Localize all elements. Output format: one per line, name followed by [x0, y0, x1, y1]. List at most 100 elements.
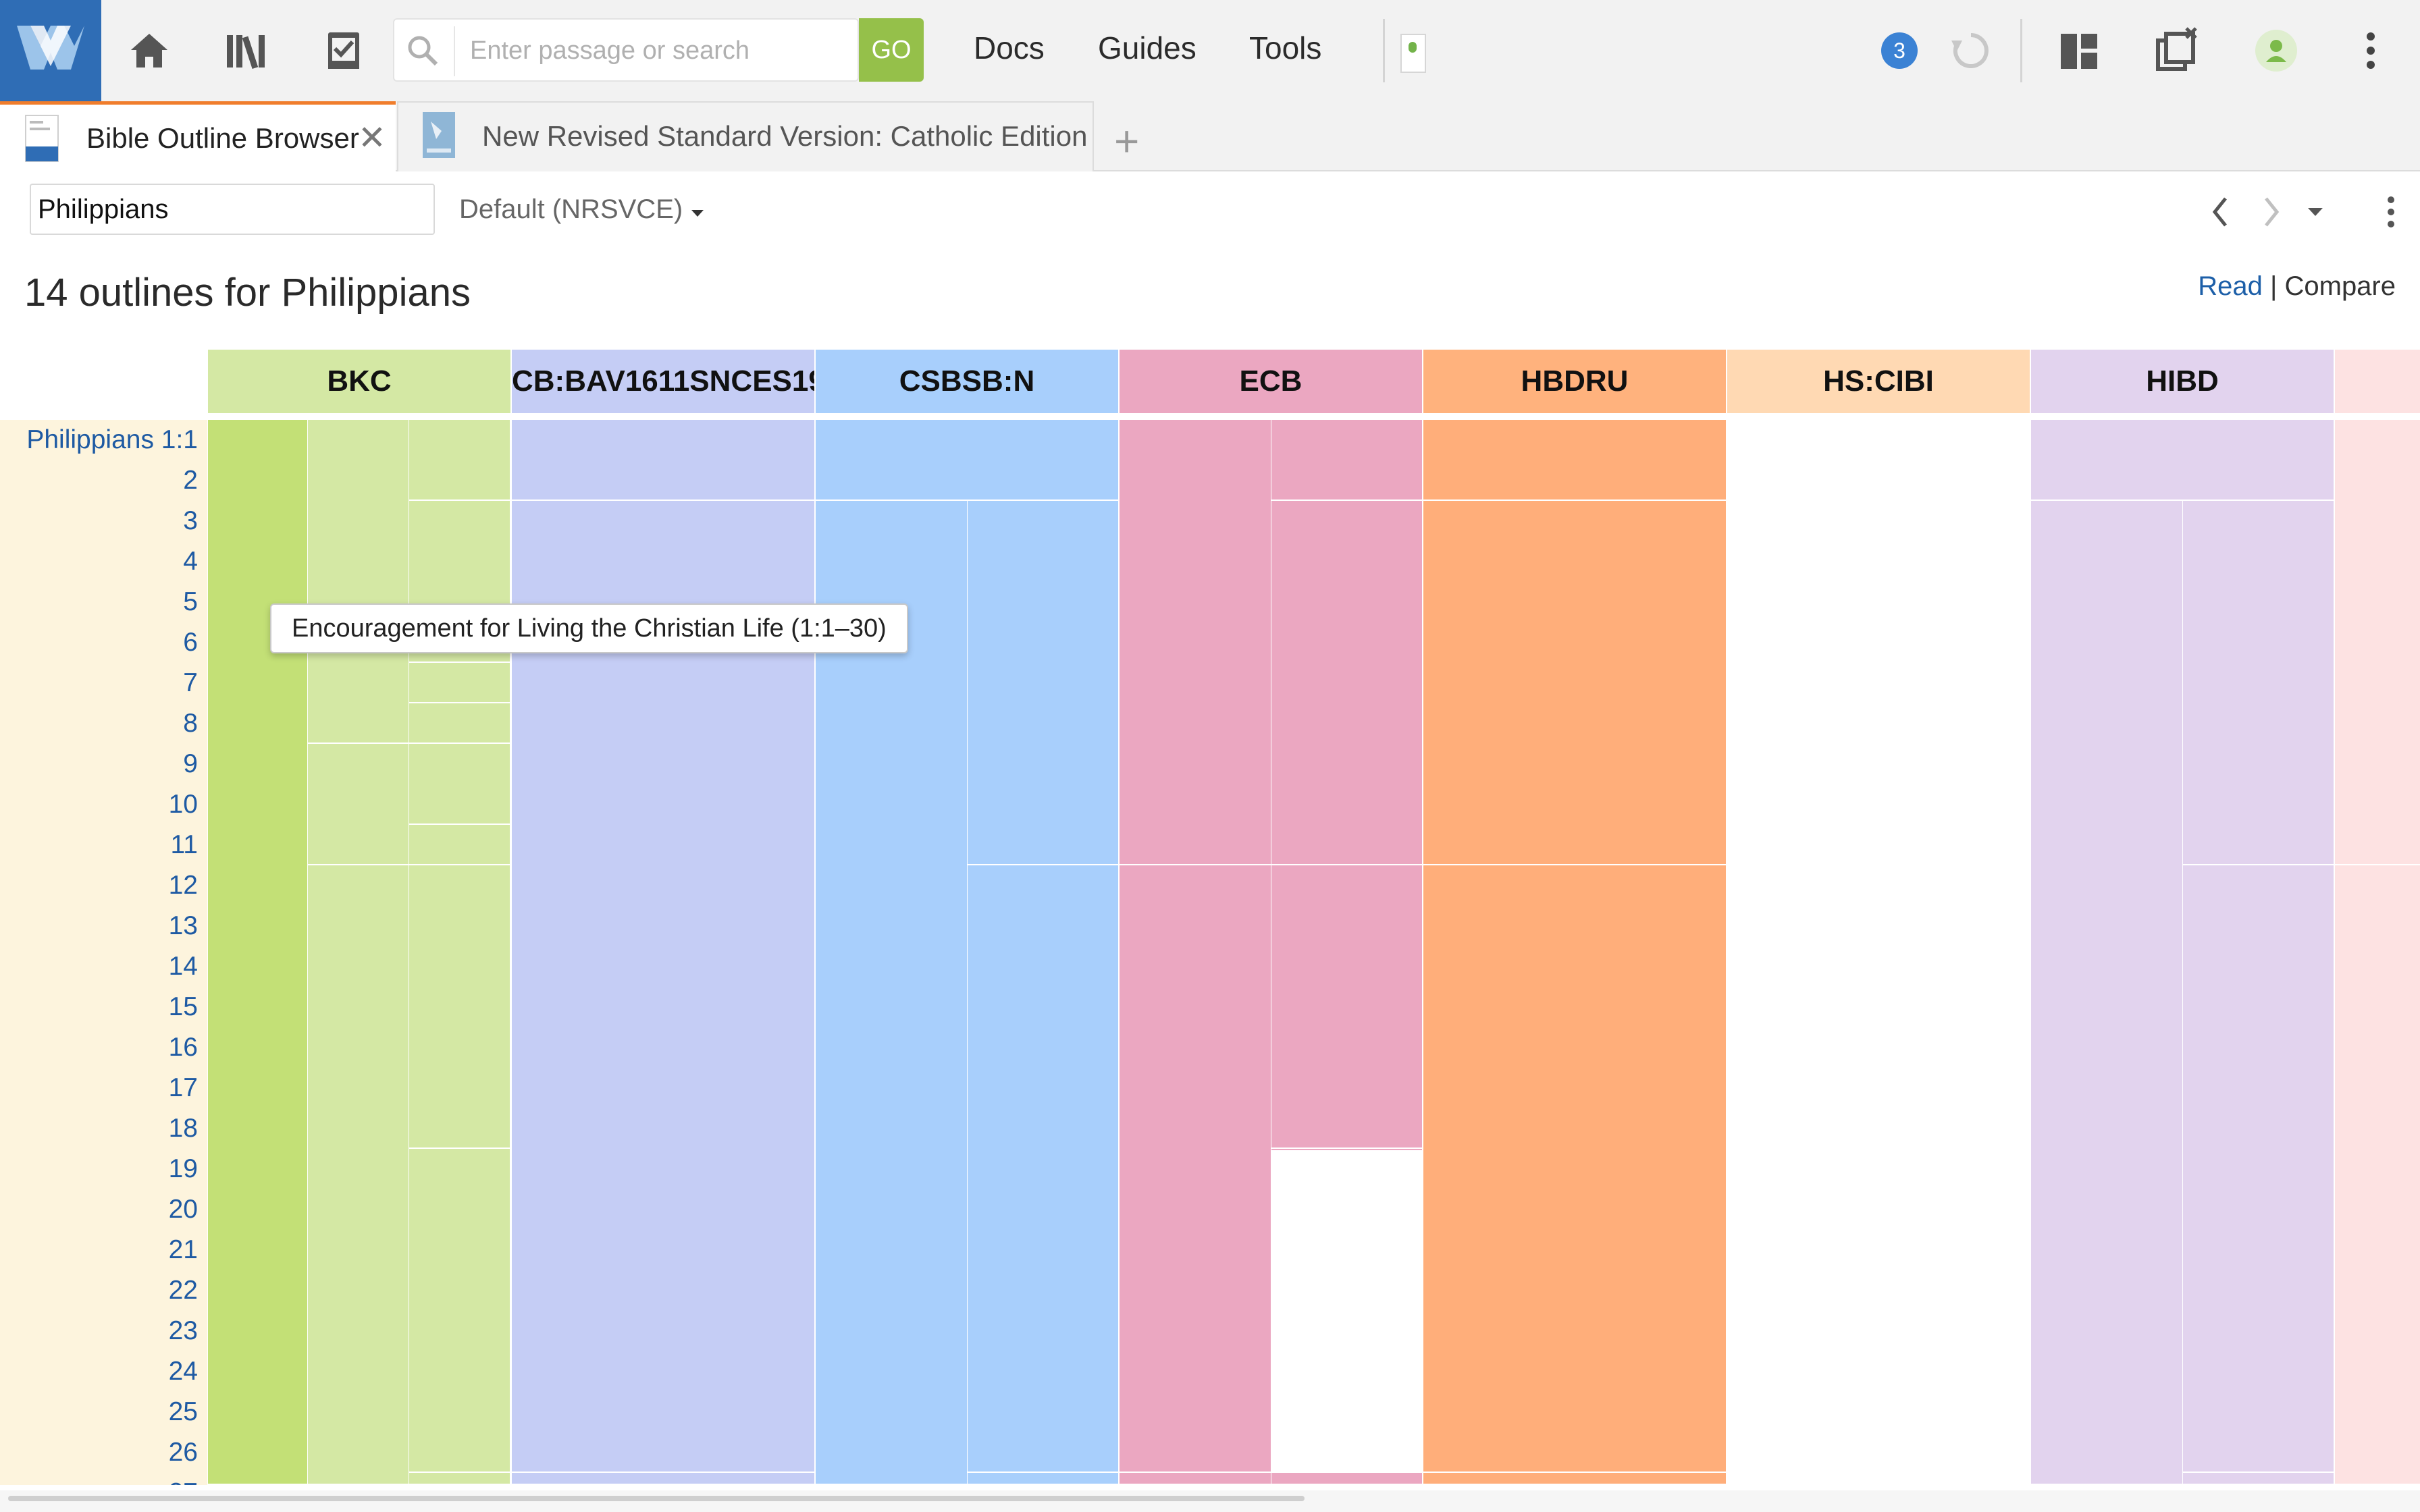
recent-document-icon[interactable]	[1400, 34, 1426, 73]
outline-section-block[interactable]	[1120, 1473, 1271, 1484]
verse-link[interactable]: 21	[169, 1230, 198, 1270]
verse-link[interactable]: 13	[169, 906, 198, 946]
verse-link[interactable]: 24	[169, 1351, 198, 1392]
horizontal-scrollbar[interactable]	[0, 1490, 2420, 1512]
menu-tools[interactable]: Tools	[1249, 30, 1321, 66]
menu-docs[interactable]: Docs	[974, 30, 1045, 66]
verse-link[interactable]: 15	[169, 987, 198, 1027]
outline-section-block[interactable]	[409, 1149, 510, 1472]
verse-link[interactable]: 26	[169, 1432, 198, 1473]
reference-input[interactable]	[30, 184, 435, 235]
outline-section-block[interactable]	[208, 420, 307, 1484]
notes-check-icon[interactable]	[319, 26, 369, 76]
outline-section-block[interactable]	[512, 1473, 814, 1484]
library-icon[interactable]	[221, 26, 271, 76]
outline-section-block[interactable]	[308, 744, 409, 864]
outline-section-block[interactable]	[409, 703, 510, 742]
verse-link[interactable]: 14	[169, 946, 198, 987]
menu-guides[interactable]: Guides	[1098, 30, 1196, 66]
outline-header-bkc[interactable]: BKC	[208, 350, 510, 413]
outline-header-hibd[interactable]: HIBD	[2031, 350, 2334, 413]
outline-section-block[interactable]	[409, 825, 510, 864]
outline-header-hbdru[interactable]: HBDRU	[1423, 350, 1726, 413]
verse-link[interactable]: 18	[169, 1108, 198, 1149]
outline-section-block[interactable]	[308, 865, 409, 1484]
history-dropdown-icon[interactable]	[2304, 192, 2327, 236]
outline-section-block[interactable]	[409, 744, 510, 824]
layout-icon[interactable]	[2054, 26, 2104, 76]
outline-section-block[interactable]	[2183, 865, 2334, 1472]
verse-link[interactable]: 11	[171, 825, 199, 865]
outline-section-block[interactable]	[2335, 420, 2420, 864]
add-tab-icon[interactable]: +	[1114, 116, 1139, 166]
verse-link[interactable]: 10	[169, 784, 198, 825]
user-avatar[interactable]	[2255, 30, 2297, 72]
outline-section-block[interactable]	[1271, 1473, 1422, 1484]
outline-section-block[interactable]	[2183, 501, 2334, 864]
verse-link[interactable]: 23	[169, 1311, 198, 1351]
compare-link[interactable]: Compare	[2284, 271, 2396, 301]
outline-section-block[interactable]	[1271, 865, 1422, 1148]
outline-header-hscibi[interactable]: HS:CIBI	[1727, 350, 2030, 413]
home-icon[interactable]	[124, 26, 174, 76]
outline-section-block[interactable]	[1271, 1149, 1422, 1472]
verse-link[interactable]: 27	[169, 1473, 198, 1485]
outline-header-csbsb[interactable]: CSBSB:N	[816, 350, 1118, 413]
scrollbar-thumb[interactable]	[8, 1496, 1305, 1501]
outline-section-block[interactable]	[409, 420, 510, 500]
outline-section-block[interactable]	[2031, 501, 2182, 1484]
outline-section-block[interactable]	[968, 1473, 1118, 1484]
verse-link[interactable]: 9	[183, 744, 198, 784]
notification-badge[interactable]: 3	[1881, 32, 1918, 69]
forward-icon[interactable]	[2258, 192, 2285, 236]
go-button[interactable]: GO	[859, 18, 924, 82]
outline-section-block[interactable]	[2031, 420, 2334, 500]
version-select[interactable]: Default (NRSVCE)	[459, 194, 705, 225]
outline-section-block[interactable]	[2183, 1473, 2334, 1484]
panel-menu-icon[interactable]	[2381, 192, 2401, 236]
verse-link[interactable]: 6	[183, 622, 198, 663]
back-icon[interactable]	[2207, 192, 2234, 236]
outline-header-cb[interactable]: CB:BAV1611SNCES19	[512, 350, 814, 413]
close-panels-icon[interactable]	[2151, 26, 2201, 76]
outline-section-block[interactable]	[409, 865, 510, 1148]
verse-link[interactable]: 22	[169, 1270, 198, 1311]
verse-link[interactable]: 16	[169, 1027, 198, 1068]
outline-section-block[interactable]	[1271, 420, 1422, 500]
close-tab-icon[interactable]: ✕	[358, 118, 386, 157]
outline-section-block[interactable]	[1423, 865, 1726, 1472]
outline-section-block[interactable]	[1271, 501, 1422, 864]
verse-link[interactable]: 4	[183, 541, 198, 582]
outline-section-block[interactable]	[512, 420, 814, 500]
verse-link[interactable]: 5	[183, 582, 198, 622]
verse-link[interactable]: 20	[169, 1189, 198, 1230]
outline-header-ecb[interactable]: ECB	[1120, 350, 1422, 413]
verse-link[interactable]: 17	[169, 1068, 198, 1108]
verse-link[interactable]: 8	[183, 703, 198, 744]
verse-link[interactable]: 12	[169, 865, 198, 906]
more-vertical-icon[interactable]	[2346, 26, 2396, 76]
verse-link[interactable]: 7	[183, 663, 198, 703]
sync-icon[interactable]	[1946, 26, 1996, 76]
verse-link[interactable]: Philippians 1:1	[26, 420, 198, 460]
outline-section-block[interactable]	[308, 420, 409, 742]
outline-section-block[interactable]	[968, 501, 1118, 864]
outline-section-block[interactable]	[1423, 1473, 1726, 1484]
outline-section-block[interactable]	[968, 865, 1118, 1472]
tab-nrsvce[interactable]: New Revised Standard Version: Catholic E…	[397, 101, 1094, 171]
search-input[interactable]	[469, 26, 849, 75]
verse-link[interactable]: 2	[183, 460, 198, 501]
verse-link[interactable]: 3	[183, 501, 198, 541]
outline-section-block[interactable]	[1120, 865, 1271, 1472]
app-logo[interactable]	[0, 0, 101, 101]
outline-header-more[interactable]	[2335, 350, 2420, 413]
outline-section-block[interactable]	[1423, 501, 1726, 864]
outline-section-block[interactable]	[1120, 420, 1271, 864]
tab-bible-outline-browser[interactable]: Bible Outline Browser ✕	[0, 101, 396, 171]
outline-section-block[interactable]	[2335, 865, 2420, 1484]
outline-section-block[interactable]	[1423, 420, 1726, 500]
outline-section-block[interactable]	[409, 1473, 510, 1484]
verse-link[interactable]: 25	[169, 1392, 198, 1432]
outline-section-block[interactable]	[816, 420, 1118, 500]
verse-link[interactable]: 19	[169, 1149, 198, 1189]
